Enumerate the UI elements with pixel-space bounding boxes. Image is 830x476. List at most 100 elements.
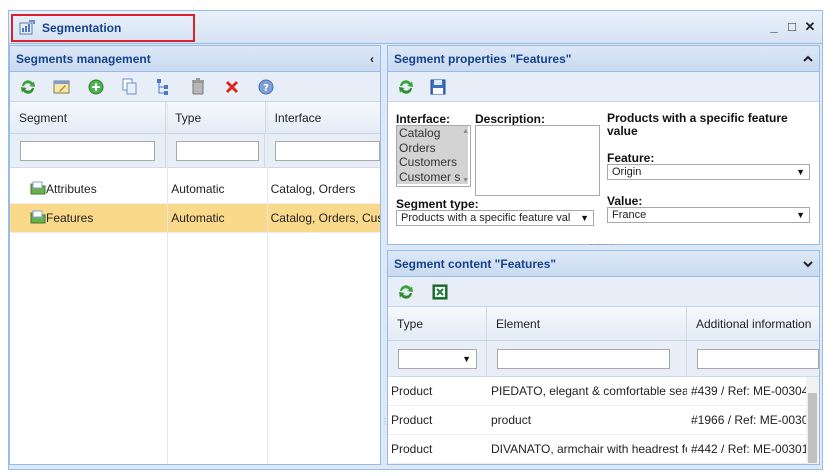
segment-interface: Catalog, Orders	[270, 182, 356, 196]
table-row[interactable]: Product PIEDATO, elegant & comfortable s…	[388, 377, 806, 406]
collapse-left-icon[interactable]: ‹	[370, 52, 374, 66]
content-toolbar	[388, 277, 819, 307]
value-select[interactable]: France ▼	[607, 207, 810, 223]
duplicate-icon[interactable]	[120, 77, 140, 97]
maximize-button[interactable]: □	[786, 20, 798, 34]
list-item[interactable]: Orders	[397, 140, 468, 155]
row-type: Product	[391, 413, 433, 427]
content-grid-header: Type Element Additional information	[388, 307, 819, 341]
folder-icon	[30, 181, 46, 198]
table-row[interactable]: Attributes Automatic Catalog, Orders	[10, 175, 380, 204]
column-type[interactable]: Type	[388, 307, 487, 340]
type-filter-select[interactable]: ▼	[398, 348, 477, 369]
row-info: #439 / Ref: ME-00304	[691, 384, 806, 398]
refresh-icon[interactable]	[396, 77, 416, 97]
value-label: Value:	[607, 194, 643, 208]
list-item[interactable]: Customers	[397, 155, 468, 170]
segmentation-app-icon	[19, 19, 36, 38]
segment-properties-header: Segment properties "Features"	[388, 46, 819, 72]
row-info: #442 / Ref: ME-00301	[691, 442, 806, 456]
value-value: France	[612, 209, 647, 221]
segment-type-label: Segment type:	[396, 197, 479, 211]
feature-select[interactable]: Origin ▼	[607, 164, 810, 180]
segments-filter-row	[10, 134, 380, 168]
column-additional-information[interactable]: Additional information	[687, 307, 819, 340]
list-item[interactable]: Catalog	[397, 126, 468, 141]
interface-label: Interface:	[396, 112, 451, 126]
refresh-icon[interactable]	[18, 77, 38, 97]
edit-icon[interactable]	[52, 77, 72, 97]
dropdown-arrow-icon: ▼	[580, 213, 589, 223]
collapse-up-icon[interactable]	[803, 52, 813, 66]
segments-grid-header: Segment Type Interface	[10, 102, 380, 134]
segment-type-value: Products with a specific feature val	[401, 212, 571, 224]
row-element: PIEDATO, elegant & comfortable seat	[491, 384, 687, 398]
scroll-down-icon[interactable]: ▼	[462, 177, 469, 184]
refresh-icon[interactable]	[396, 282, 416, 302]
row-type: Product	[391, 384, 433, 398]
content-filter-row: ▼	[388, 341, 819, 377]
window-titlebar: Segmentation _ □ ✕	[9, 11, 822, 44]
delete-icon[interactable]	[222, 77, 242, 97]
scrollbar-thumb[interactable]	[808, 393, 817, 463]
dropdown-arrow-icon: ▼	[796, 167, 805, 177]
segments-management-header: Segments management ‹	[10, 46, 380, 72]
segment-name: Features	[46, 211, 94, 225]
scroll-up-icon[interactable]: ▲	[462, 128, 469, 135]
segment-content-header: Segment content "Features"	[388, 251, 819, 277]
segment-type: Automatic	[171, 182, 225, 196]
feature-label: Feature:	[607, 151, 655, 165]
row-type: Product	[391, 442, 433, 456]
column-segment[interactable]: Segment	[10, 102, 167, 133]
description-label: Description:	[475, 112, 546, 126]
window-title-highlight: Segmentation	[11, 14, 195, 42]
segments-management-panel: Segments management ‹ ? Segment Type Int…	[9, 45, 381, 465]
feature-value: Origin	[612, 166, 642, 178]
segment-interface: Catalog, Orders, Customers	[270, 211, 380, 225]
tree-icon[interactable]	[154, 77, 174, 97]
properties-toolbar	[388, 72, 819, 102]
vertical-scrollbar[interactable]	[806, 377, 819, 464]
add-icon[interactable]	[86, 77, 106, 97]
segment-properties-title: Segment properties "Features"	[394, 51, 572, 66]
list-item[interactable]: Customer s	[397, 169, 468, 184]
row-element: DIVANATO, armchair with headrest for peo…	[491, 442, 687, 456]
dropdown-arrow-icon: ▼	[462, 353, 471, 364]
segment-type: Automatic	[171, 211, 225, 225]
splitter-handle[interactable]: ⋮	[381, 418, 389, 440]
table-row[interactable]: Product product #1966 / Ref: ME-00302	[388, 406, 806, 435]
svg-text:?: ?	[263, 83, 269, 94]
table-row-selected[interactable]: Features Automatic Catalog, Orders, Cust…	[10, 204, 380, 233]
save-icon[interactable]	[428, 77, 448, 97]
row-element: product	[491, 413, 532, 427]
close-button[interactable]: ✕	[804, 20, 816, 34]
interface-listbox[interactable]: Catalog Orders Customers Customer s ▲ ▼	[396, 125, 471, 187]
help-icon[interactable]: ?	[256, 77, 276, 97]
segments-toolbar: ?	[10, 72, 380, 102]
table-row[interactable]: Product DIVANATO, armchair with headrest…	[388, 435, 806, 464]
column-element[interactable]: Element	[487, 307, 687, 340]
segments-management-title: Segments management	[16, 51, 151, 66]
segment-type-select[interactable]: Products with a specific feature val ▼	[396, 210, 594, 226]
info-filter-input[interactable]	[697, 348, 819, 369]
segment-content-panel: Segment content "Features" Type Element …	[387, 250, 820, 465]
content-rows: Product PIEDATO, elegant & comfortable s…	[388, 377, 806, 464]
segment-content-title: Segment content "Features"	[394, 256, 557, 271]
horizontal-splitter[interactable]	[590, 244, 614, 249]
description-textarea[interactable]	[475, 125, 600, 196]
column-type[interactable]: Type	[166, 102, 266, 133]
segment-filter-input[interactable]	[20, 140, 155, 161]
trash-icon[interactable]	[188, 77, 208, 97]
column-interface[interactable]: Interface	[266, 102, 380, 133]
window-title: Segmentation	[42, 21, 122, 35]
segment-properties-panel: Segment properties "Features" Interface:…	[387, 45, 820, 245]
type-filter-input[interactable]	[175, 140, 259, 161]
collapse-down-icon[interactable]	[803, 257, 813, 271]
element-filter-input[interactable]	[497, 348, 670, 369]
folder-icon	[30, 210, 46, 227]
minimize-button[interactable]: _	[768, 20, 780, 34]
interface-filter-input[interactable]	[275, 140, 380, 161]
excel-export-icon[interactable]	[430, 282, 450, 302]
filter-heading: Products with a specific feature value	[607, 111, 788, 138]
segment-name: Attributes	[46, 182, 97, 196]
